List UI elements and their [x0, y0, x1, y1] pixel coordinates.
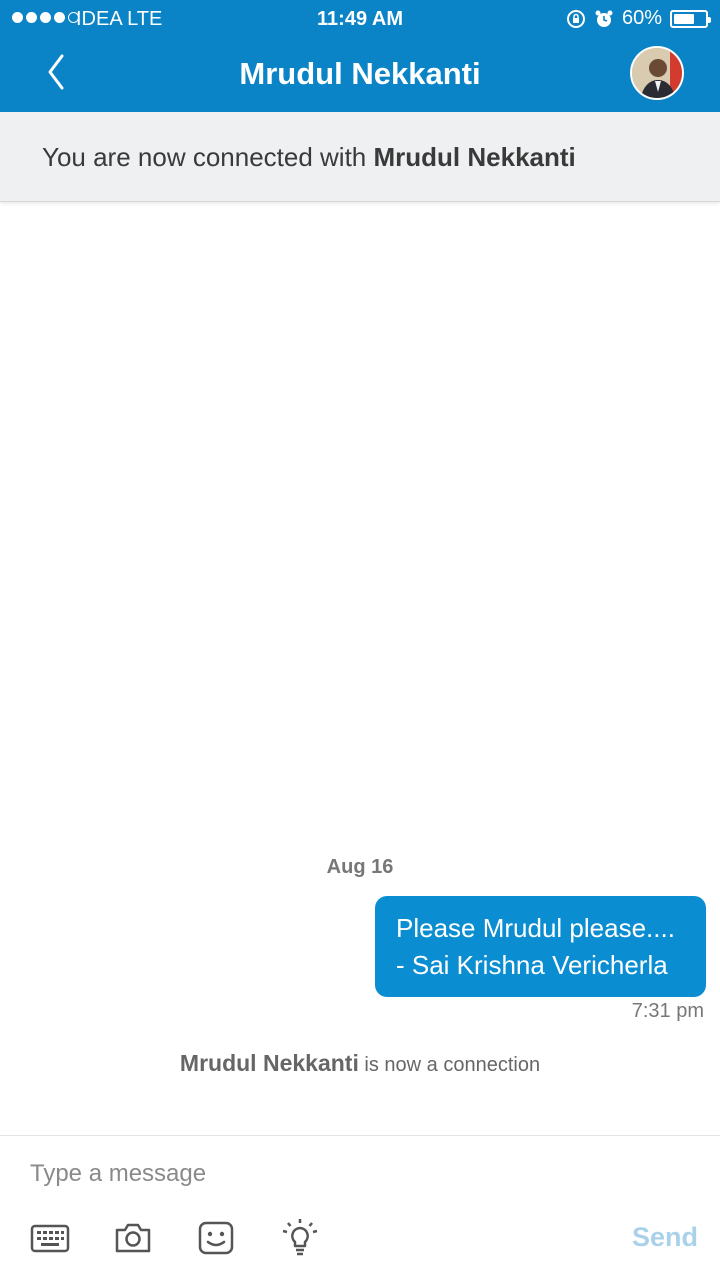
- message-line: Please Mrudul please....: [396, 913, 675, 943]
- emoji-icon[interactable]: [196, 1218, 236, 1258]
- battery-percent: 60%: [621, 7, 662, 29]
- rotation-lock-icon: [566, 9, 585, 28]
- status-bar: IDEA LTE 11:49 AM 60%: [0, 0, 720, 38]
- battery-icon: [670, 9, 711, 28]
- top-bar: IDEA LTE 11:49 AM 60% Mrudul Nekkanti: [0, 0, 720, 112]
- connection-banner: You are now connected with Mrudul Nekkan…: [0, 112, 720, 202]
- conversation-title: Mrudul Nekkanti: [239, 56, 481, 91]
- alarm-icon: [595, 10, 613, 27]
- connection-note-name: Mrudul Nekkanti: [179, 1050, 359, 1076]
- connection-note-text: is now a connection: [358, 1054, 541, 1076]
- outgoing-message-bubble[interactable]: Please Mrudul please.... - Sai Krishna V…: [375, 896, 706, 997]
- message-timestamp: 7:31 pm: [631, 1000, 704, 1022]
- message-composer: Send: [0, 1135, 720, 1280]
- camera-icon[interactable]: [113, 1218, 153, 1258]
- banner-name: Mrudul Nekkanti: [373, 142, 576, 172]
- status-right: 60%: [566, 7, 711, 30]
- keyboard-icon[interactable]: [30, 1218, 70, 1258]
- avatar-image: [632, 48, 682, 98]
- banner-text: You are now connected with Mrudul Nekkan…: [42, 142, 576, 173]
- send-button[interactable]: Send: [632, 1222, 698, 1253]
- date-separator: Aug 16: [326, 856, 394, 878]
- avatar[interactable]: [630, 46, 684, 100]
- message-line: - Sai Krishna Vericherla: [396, 950, 668, 980]
- message-input[interactable]: [30, 1156, 590, 1192]
- banner-prefix: You are now connected with: [42, 142, 374, 172]
- connection-note: Mrudul Nekkanti is now a connection: [0, 1050, 720, 1077]
- lightbulb-icon[interactable]: [280, 1218, 320, 1258]
